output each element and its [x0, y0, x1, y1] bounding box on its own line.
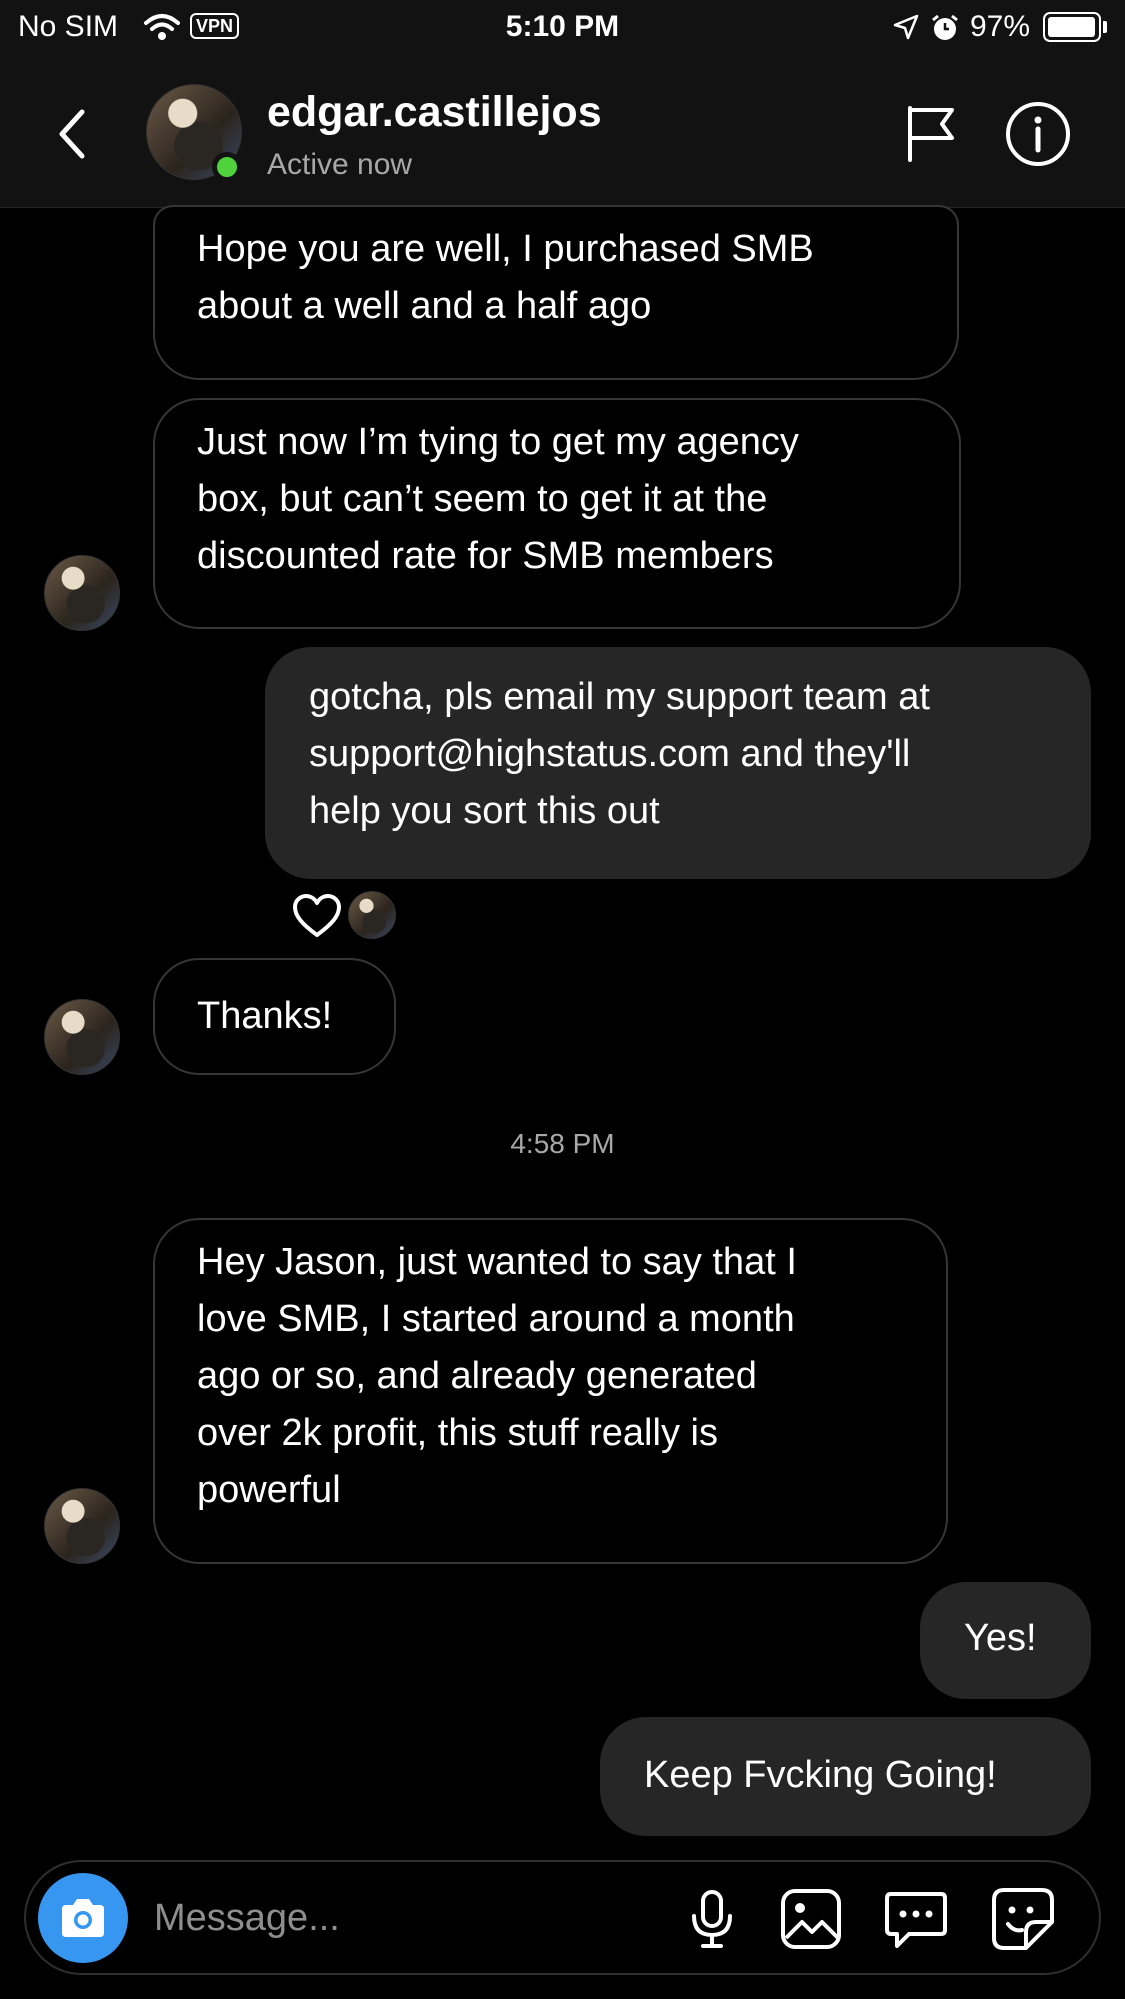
chat-username[interactable]: edgar.castillejos: [267, 88, 602, 137]
active-status-dot: [212, 152, 242, 182]
message-composer: [24, 1860, 1101, 1975]
battery-level-fill: [1048, 17, 1095, 37]
battery-percent: 97%: [970, 10, 1031, 43]
camera-icon[interactable]: [38, 1873, 128, 1963]
battery-icon: [1043, 12, 1101, 42]
outgoing-message[interactable]: Keep Fvcking Going!: [600, 1717, 1091, 1836]
incoming-message[interactable]: Thanks!: [153, 958, 396, 1075]
outgoing-message[interactable]: gotcha, pls email my support team at sup…: [265, 647, 1091, 879]
sender-avatar[interactable]: [44, 999, 120, 1075]
incoming-message[interactable]: Just now I’m tying to get my agency box,…: [153, 398, 961, 629]
message-input[interactable]: [154, 1886, 674, 1950]
incoming-message[interactable]: Hey Jason, just wanted to say that I lov…: [153, 1218, 948, 1564]
dm-screen: No SIM VPN 5:10 PM 97% edgar.castillejos…: [0, 0, 1125, 1999]
microphone-icon[interactable]: [679, 1886, 745, 1952]
sender-avatar[interactable]: [44, 1488, 120, 1564]
chat-bubble-icon[interactable]: [883, 1886, 949, 1952]
heart-icon[interactable]: [292, 893, 342, 944]
chat-header: edgar.castillejos Active now: [0, 58, 1125, 208]
sticker-icon[interactable]: [990, 1886, 1056, 1952]
incoming-message[interactable]: Hope you are well, I purchased SMB about…: [153, 205, 959, 380]
active-status-label: Active now: [267, 148, 413, 181]
back-icon[interactable]: [52, 104, 102, 164]
gallery-icon[interactable]: [778, 1886, 844, 1952]
sender-avatar[interactable]: [44, 555, 120, 631]
outgoing-message[interactable]: Yes!: [920, 1582, 1091, 1699]
reaction-avatar[interactable]: [348, 891, 396, 939]
info-icon[interactable]: [1004, 100, 1072, 168]
alarm-icon: [930, 13, 960, 48]
battery-tip: [1103, 21, 1107, 33]
message-timestamp: 4:58 PM: [510, 1128, 615, 1159]
location-icon: [893, 14, 919, 45]
status-bar: No SIM VPN 5:10 PM 97%: [0, 0, 1125, 58]
flag-icon[interactable]: [902, 104, 962, 164]
